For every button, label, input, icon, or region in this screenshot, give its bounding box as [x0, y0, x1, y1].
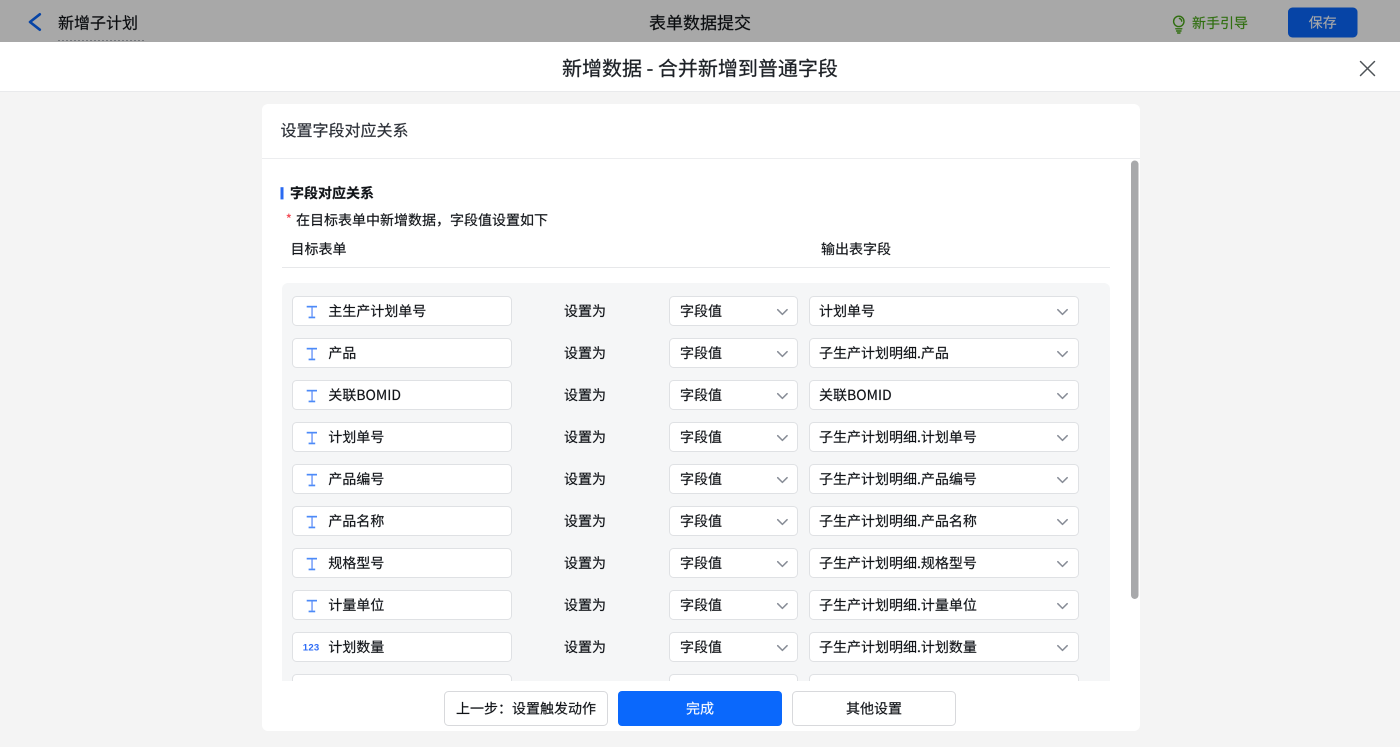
svg-text:123: 123	[303, 643, 320, 654]
